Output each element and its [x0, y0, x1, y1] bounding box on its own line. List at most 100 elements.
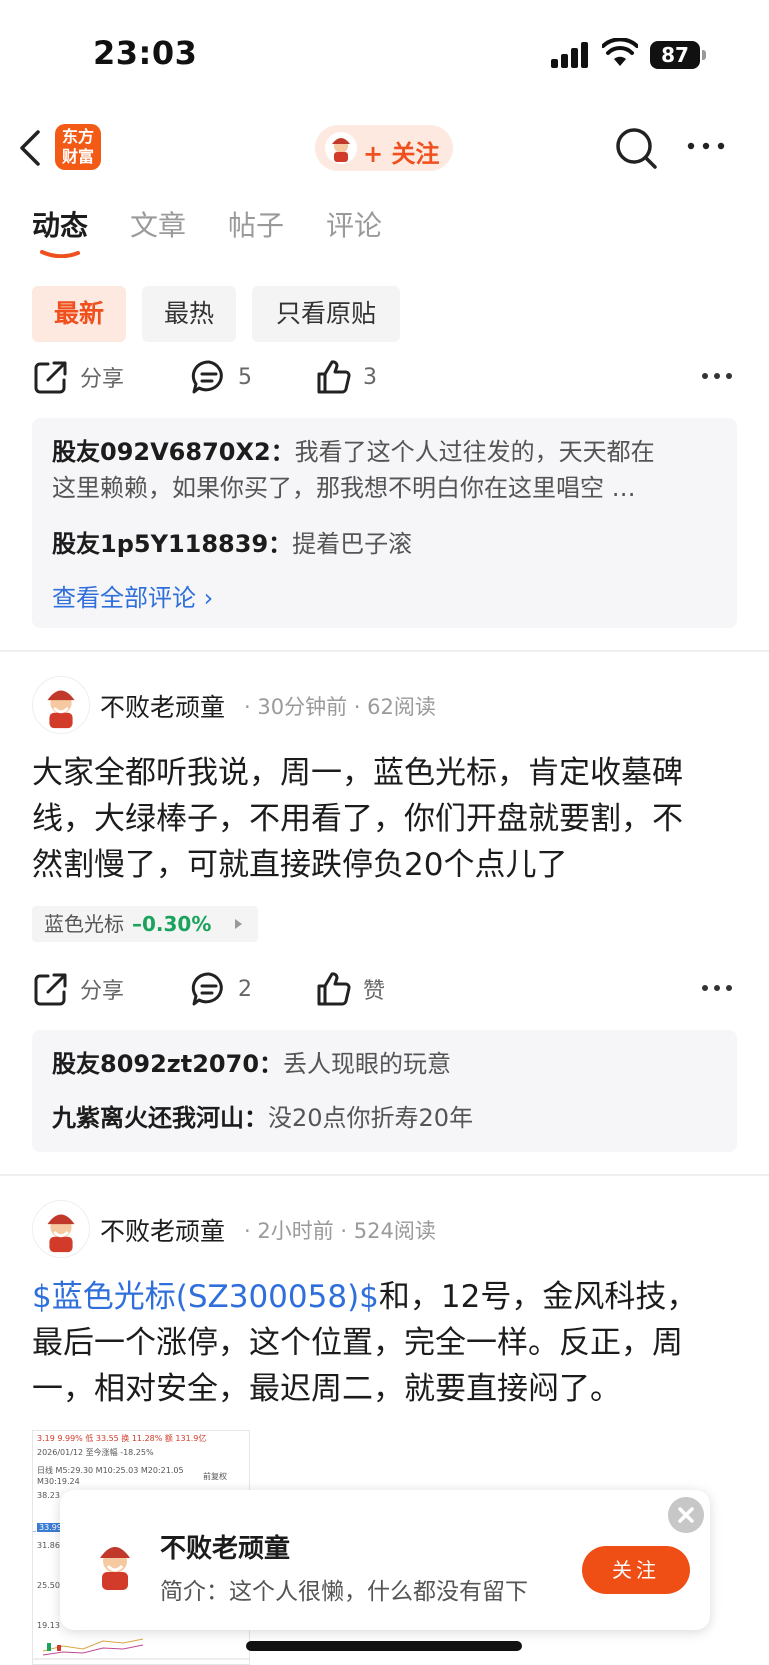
- thumbs-up-icon: [317, 360, 351, 394]
- comment-item[interactable]: 九紫离火还我河山：没20点你折寿20年: [52, 1100, 722, 1136]
- share-label: 分享: [80, 367, 125, 392]
- post-content[interactable]: $蓝色光标(SZ300058)$和，12号，金风科技， 最后一个涨停，这个位置，…: [32, 1274, 737, 1412]
- thumbs-up-icon: [317, 972, 351, 1006]
- like-button[interactable]: 赞: [315, 966, 385, 1012]
- comment-item[interactable]: 股友8092zt2070：丢人现眼的玩意: [52, 1046, 722, 1082]
- thumb-axis-label: 38.23: [37, 1491, 60, 1500]
- divider: [0, 650, 769, 652]
- tab-comments[interactable]: 评论: [326, 204, 382, 244]
- comment-preview: 股友092V6870X2：我看了这个人过往发的，天天都在 这里赖赖，如果你买了，…: [32, 418, 737, 628]
- comment-text: 没20点你折寿20年: [268, 1104, 474, 1132]
- more-icon[interactable]: [700, 982, 734, 994]
- post-author[interactable]: 不败老顽童: [100, 688, 225, 724]
- comment-user[interactable]: 股友1p5Y118839：: [52, 530, 292, 558]
- share-button[interactable]: 分享: [32, 354, 124, 400]
- comment-text: 丢人现眼的玩意: [283, 1050, 452, 1078]
- comment-count: 2: [238, 976, 252, 1002]
- view-all-comments-link[interactable]: 查看全部评论 ›: [52, 578, 213, 613]
- tab-articles[interactable]: 文章: [130, 204, 186, 244]
- nav-bar: 东方 财富 + 关注: [0, 110, 769, 188]
- more-icon[interactable]: [700, 370, 734, 382]
- stock-name: 蓝色光标: [44, 912, 124, 936]
- share-icon: [34, 973, 67, 1006]
- thumb-text: 前复权: [203, 1472, 227, 1481]
- share-icon: [34, 361, 67, 394]
- comment-count: 5: [238, 364, 252, 390]
- divider: [0, 1174, 769, 1176]
- avatar[interactable]: [84, 1532, 146, 1594]
- filter-hot[interactable]: 最热: [142, 286, 236, 342]
- search-icon[interactable]: [614, 126, 658, 170]
- post-text: 和，12号，金风科技，: [378, 1279, 698, 1315]
- post-author[interactable]: 不败老顽童: [100, 1212, 225, 1248]
- home-indicator[interactable]: [246, 1641, 522, 1651]
- back-icon[interactable]: [16, 128, 48, 168]
- post-header: 不败老顽童 · 30分钟前 · 62阅读: [32, 676, 737, 736]
- comment-user[interactable]: 九紫离火还我河山：: [52, 1104, 268, 1132]
- avatar[interactable]: [32, 1200, 90, 1258]
- logo-line-1: 东方: [61, 127, 94, 146]
- tab-active-indicator: [40, 250, 80, 258]
- thumb-text: M30:19.24: [37, 1477, 80, 1486]
- post-content[interactable]: 大家全都听我说，周一，蓝色光标，肯定收墓碑 线，大绿棒子，不用看了，你们开盘就要…: [32, 750, 737, 888]
- comment-text-continued: 这里赖赖，如果你买了，那我想不明白你在这里唱空 …: [52, 474, 636, 502]
- filter-latest[interactable]: 最新: [32, 286, 126, 342]
- comment-user[interactable]: 股友8092zt2070：: [52, 1050, 283, 1078]
- thumb-text: 3.19 9.99% 低 33.55 换 11.28% 额 131.9亿: [37, 1434, 207, 1443]
- post-meta: · 2小时前 · 524阅读: [244, 1219, 436, 1243]
- status-time: 23:03: [93, 34, 198, 72]
- comment-button[interactable]: 2: [190, 966, 252, 1012]
- play-arrow-icon: [235, 919, 242, 929]
- like-count: 3: [363, 364, 377, 390]
- signal-icon: [551, 42, 591, 68]
- comment-icon: [191, 972, 223, 1006]
- post-meta: · 30分钟前 · 62阅读: [244, 695, 436, 719]
- content-tabs: 动态 文章 帖子 评论: [32, 204, 752, 264]
- status-bar: 23:03 87: [0, 0, 769, 110]
- comment-item[interactable]: 股友1p5Y118839：提着巴子滚: [52, 526, 722, 562]
- stock-tag[interactable]: 蓝色光标 –0.30%: [32, 906, 258, 942]
- close-icon[interactable]: [668, 1497, 704, 1533]
- profile-card: 不败老顽童 简介：这个人很懒，什么都没有留下 关注: [60, 1490, 710, 1630]
- battery-icon: 87: [650, 41, 706, 69]
- post-text-line: 大家全都听我说，周一，蓝色光标，肯定收墓碑: [32, 755, 683, 791]
- comment-text: 我看了这个人过往发的，天天都在: [294, 438, 655, 466]
- profile-name: 不败老顽童: [160, 1534, 291, 1564]
- wifi-icon: [602, 38, 638, 66]
- app-logo[interactable]: 东方 财富: [55, 124, 101, 170]
- share-button[interactable]: 分享: [32, 966, 124, 1012]
- post-actions: 分享 5 3: [0, 354, 769, 400]
- post-text-line: 一，相对安全，最迟周二，就要直接闷了。: [32, 1371, 621, 1407]
- comment-user[interactable]: 股友092V6870X2：: [52, 438, 295, 466]
- stock-change: –0.30%: [132, 912, 212, 936]
- like-button[interactable]: 3: [315, 354, 377, 400]
- logo-line-2: 财富: [61, 147, 94, 166]
- profile-bio: 简介：这个人很懒，什么都没有留下: [160, 1579, 528, 1605]
- follow-button[interactable]: + 关注: [315, 125, 453, 171]
- post-header: 不败老顽童 · 2小时前 · 524阅读: [32, 1200, 737, 1260]
- comment-item[interactable]: 股友092V6870X2：我看了这个人过往发的，天天都在: [52, 434, 722, 470]
- follow-label: + 关注: [363, 140, 440, 168]
- post-text-line: 线，大绿棒子，不用看了，你们开盘就要割，不: [32, 801, 683, 837]
- post-text-line: 最后一个涨停，这个位置，完全一样。反正，周: [32, 1325, 683, 1361]
- like-label: 赞: [363, 979, 386, 1004]
- comment-preview: 股友8092zt2070：丢人现眼的玩意 九紫离火还我河山：没20点你折寿20年: [32, 1030, 737, 1152]
- comment-button[interactable]: 5: [190, 354, 252, 400]
- thumb-text: 日线 M5:29.30 M10:25.03 M20:21.05: [37, 1466, 184, 1475]
- tab-dynamic[interactable]: 动态: [32, 204, 88, 244]
- tab-posts[interactable]: 帖子: [228, 204, 284, 244]
- post-text-line: $蓝色光标(SZ300058)$和，12号，金风科技，: [32, 1274, 737, 1320]
- filter-original-only[interactable]: 只看原贴: [252, 286, 400, 342]
- profile-follow-button[interactable]: 关注: [582, 1546, 690, 1594]
- avatar[interactable]: [32, 676, 90, 734]
- stock-link[interactable]: $蓝色光标(SZ300058)$: [32, 1279, 379, 1315]
- more-icon[interactable]: [686, 136, 726, 156]
- post-actions: 分享 2 赞: [0, 966, 769, 1012]
- filter-chips: 最新 最热 只看原贴: [32, 286, 752, 342]
- share-label: 分享: [80, 979, 125, 1004]
- post-text-line: 然割慢了，可就直接跌停负20个点儿了: [32, 847, 568, 883]
- comment-text: 提着巴子滚: [292, 530, 413, 558]
- thumb-text: 2026/01/12 至今涨幅 -18.25%: [37, 1448, 154, 1457]
- comment-icon: [191, 360, 223, 394]
- avatar-icon: [325, 132, 357, 164]
